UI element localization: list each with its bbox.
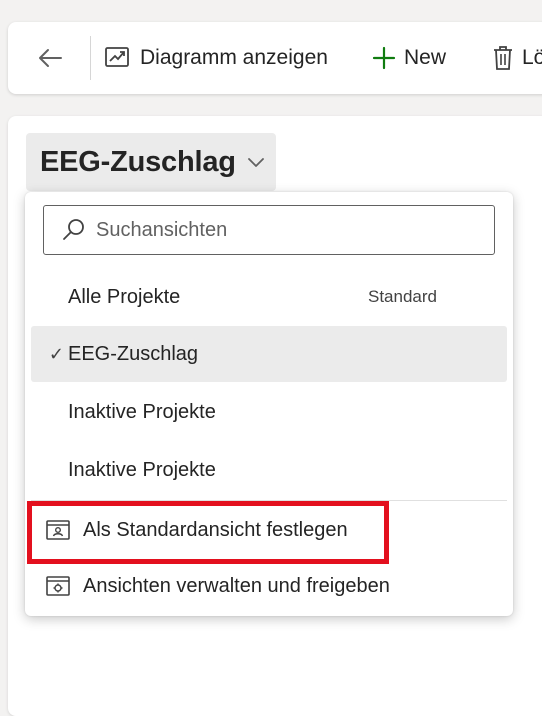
chevron-down-icon [247, 158, 264, 167]
show-chart-button[interactable]: Diagramm anzeigen [104, 42, 328, 74]
new-label: New [404, 46, 447, 69]
manage-views-icon [46, 576, 70, 596]
view-item-label: Inaktive Projekte [68, 400, 216, 423]
set-default-view-icon [46, 520, 70, 540]
delete-button[interactable]: Lö [492, 42, 542, 74]
view-item-label: EEG-Zuschlag [68, 342, 199, 365]
view-item-label: Alle Projekte [68, 285, 181, 308]
view-item-label: Inaktive Projekte [68, 458, 216, 481]
view-item-inaktive-projekte-2[interactable]: Inaktive Projekte [31, 442, 507, 498]
menu-divider [31, 500, 507, 501]
view-item-alle-projekte[interactable]: Alle Projekte Standard [31, 269, 507, 325]
view-item-eeg-zuschlag[interactable]: ✓ EEG-Zuschlag [31, 326, 507, 382]
trash-icon [494, 46, 512, 70]
view-selector-button[interactable]: EEG-Zuschlag [26, 133, 276, 191]
default-badge: Standard [368, 287, 437, 306]
manage-views-button[interactable]: Ansichten verwalten und freigeben [31, 559, 507, 613]
plus-icon [372, 46, 396, 70]
back-arrow-icon [39, 49, 62, 67]
new-button[interactable]: New [372, 42, 446, 74]
set-default-view-button[interactable]: Als Standardansicht festlegen [31, 503, 507, 557]
manage-views-label: Ansichten verwalten und freigeben [83, 574, 390, 597]
view-title: EEG-Zuschlag [40, 145, 236, 178]
checkmark-icon: ✓ [48, 343, 64, 364]
set-default-view-label: Als Standardansicht festlegen [83, 518, 348, 541]
command-bar: Diagramm anzeigen New Lö [8, 22, 542, 94]
search-icon [63, 219, 84, 240]
view-item-inaktive-projekte[interactable]: Inaktive Projekte [31, 384, 507, 440]
command-separator [90, 36, 91, 80]
search-input[interactable] [96, 218, 456, 242]
chart-icon [105, 47, 129, 67]
show-chart-label: Diagramm anzeigen [140, 46, 328, 69]
back-button[interactable] [32, 44, 68, 72]
delete-label: Lö [522, 46, 542, 69]
search-box [43, 205, 495, 255]
views-dropdown: Alle Projekte Standard ✓ EEG-Zuschlag In… [25, 192, 513, 616]
